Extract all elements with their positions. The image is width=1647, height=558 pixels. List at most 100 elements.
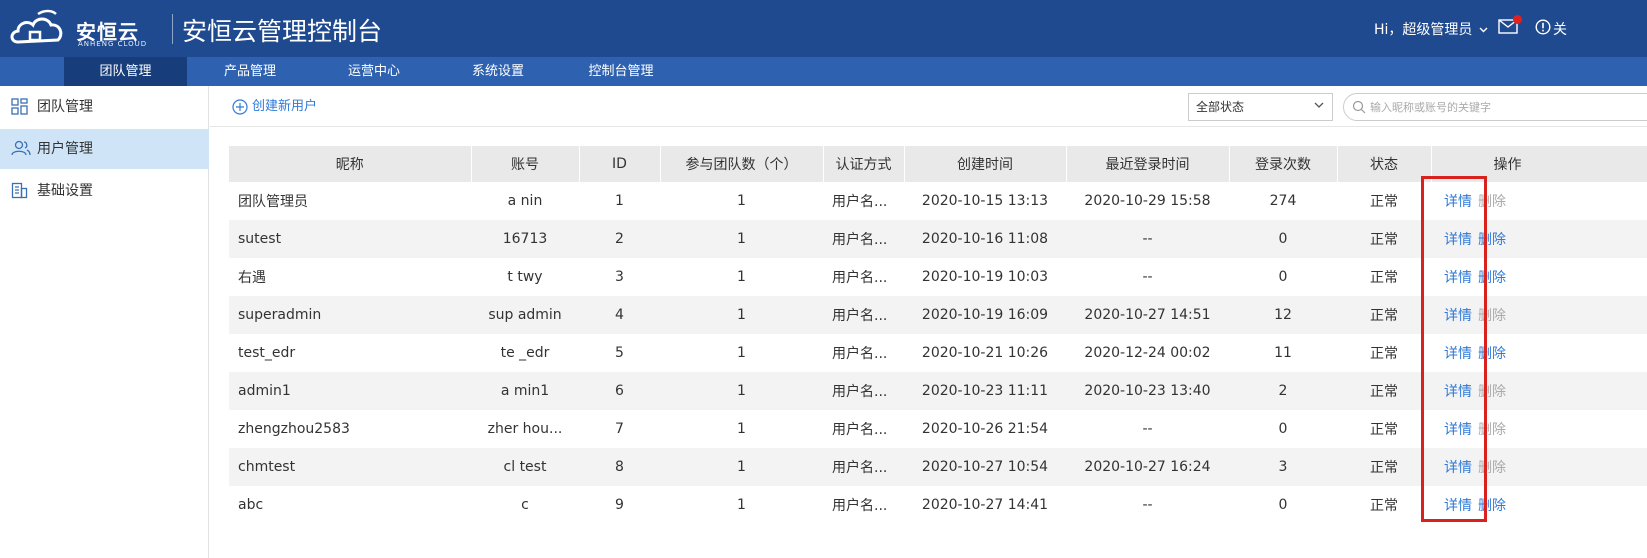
- cell-status: 正常: [1337, 410, 1431, 448]
- cell-teams: 1: [660, 448, 823, 486]
- sidebar-item-basic-settings[interactable]: 基础设置: [0, 171, 209, 211]
- search-box: [1343, 93, 1647, 121]
- cell-teams: 1: [660, 182, 823, 220]
- cell-id: 6: [579, 372, 660, 410]
- cell-last-login: --: [1066, 220, 1229, 258]
- cell-actions: 详情 删除: [1431, 372, 1647, 410]
- table-row: sutest 16713 2 1 用户名... 2020-10-16 11:08 -- 0 正常…: [229, 220, 1647, 258]
- cell-status: 正常: [1337, 372, 1431, 410]
- column-header-status: 状态: [1337, 146, 1432, 182]
- column-header-nickname: 昵称: [229, 146, 472, 182]
- tab-console-management[interactable]: 控制台管理: [570, 57, 672, 86]
- cell-auth: 用户名...: [823, 296, 904, 334]
- cell-login-count: 2: [1229, 372, 1337, 410]
- user-menu[interactable]: Hi，超级管理员: [1374, 19, 1488, 39]
- detail-link[interactable]: 详情: [1444, 194, 1472, 210]
- plus-circle-icon: [232, 99, 248, 115]
- cell-status: 正常: [1337, 334, 1431, 372]
- sidebar-item-user-management[interactable]: 用户管理: [0, 129, 209, 169]
- cell-account: a nin: [471, 182, 579, 220]
- cell-nickname: superadmin: [229, 296, 471, 334]
- sidebar-item-team-management[interactable]: 团队管理: [0, 87, 209, 127]
- cell-created: 2020-10-15 13:13: [904, 182, 1066, 220]
- column-header-id: ID: [579, 146, 661, 182]
- detail-link[interactable]: 详情: [1444, 232, 1472, 248]
- logo[interactable]: 安恒云 ANHENG CLOUD: [8, 6, 178, 52]
- column-header-actions: 操作: [1431, 146, 1647, 182]
- cell-created: 2020-10-27 14:41: [904, 486, 1066, 524]
- cell-teams: 1: [660, 220, 823, 258]
- cell-last-login: --: [1066, 486, 1229, 524]
- delete-link[interactable]: 删除: [1478, 270, 1506, 286]
- column-header-teams: 参与团队数（个）: [660, 146, 824, 182]
- cell-created: 2020-10-27 10:54: [904, 448, 1066, 486]
- cell-nickname: sutest: [229, 220, 471, 258]
- cell-status: 正常: [1337, 486, 1431, 524]
- tab-product-management[interactable]: 产品管理: [200, 57, 300, 86]
- info-icon[interactable]: [1535, 19, 1551, 35]
- cell-teams: 1: [660, 486, 823, 524]
- delete-link[interactable]: 删除: [1478, 498, 1506, 514]
- cell-auth: 用户名...: [823, 410, 904, 448]
- delete-link[interactable]: 删除: [1478, 384, 1506, 400]
- cell-nickname: admin1: [229, 372, 471, 410]
- cell-login-count: 12: [1229, 296, 1337, 334]
- cell-created: 2020-10-23 11:11: [904, 372, 1066, 410]
- tab-system-settings[interactable]: 系统设置: [448, 57, 548, 86]
- cell-status: 正常: [1337, 220, 1431, 258]
- tab-operations-center[interactable]: 运营中心: [324, 57, 424, 86]
- cell-id: 9: [579, 486, 660, 524]
- table-header-row: 昵称 账号 ID 参与团队数（个） 认证方式 创建时间 最近登录时间 登录次数 …: [229, 146, 1647, 182]
- about-label[interactable]: 关: [1553, 19, 1567, 39]
- detail-link[interactable]: 详情: [1444, 308, 1472, 324]
- status-filter-value: 全部状态: [1196, 100, 1245, 114]
- delete-link[interactable]: 删除: [1478, 232, 1506, 248]
- cell-nickname: zhengzhou2583: [229, 410, 471, 448]
- detail-link[interactable]: 详情: [1444, 422, 1472, 438]
- cell-nickname: abc: [229, 486, 471, 524]
- cell-login-count: 11: [1229, 334, 1337, 372]
- table-row: 右遇 t twy 3 1 用户名... 2020-10-19 10:03 -- 0 正常 详情 删除: [229, 258, 1647, 296]
- table-row: test_edr te _edr 5 1 用户名... 2020-10-21 10:26 2…: [229, 334, 1647, 372]
- header-divider: [172, 14, 173, 44]
- cell-id: 4: [579, 296, 660, 334]
- create-user-button[interactable]: 创建新用户: [232, 98, 317, 116]
- delete-link[interactable]: 删除: [1478, 460, 1506, 476]
- cell-actions: 详情 删除: [1431, 486, 1647, 524]
- user-table: 昵称 账号 ID 参与团队数（个） 认证方式 创建时间 最近登录时间 登录次数 …: [229, 146, 1647, 524]
- cell-account: sup admin: [471, 296, 579, 334]
- detail-link[interactable]: 详情: [1444, 460, 1472, 476]
- cell-created: 2020-10-19 16:09: [904, 296, 1066, 334]
- cell-login-count: 0: [1229, 410, 1337, 448]
- cell-nickname: 团队管理员: [229, 182, 471, 220]
- detail-link[interactable]: 详情: [1444, 498, 1472, 514]
- cell-id: 8: [579, 448, 660, 486]
- cell-status: 正常: [1337, 258, 1431, 296]
- status-filter-select[interactable]: 全部状态: [1188, 93, 1333, 121]
- delete-link[interactable]: 删除: [1478, 308, 1506, 324]
- cell-auth: 用户名...: [823, 334, 904, 372]
- toolbar: 创建新用户 全部状态: [210, 86, 1647, 127]
- cell-last-login: 2020-10-27 14:51: [1066, 296, 1229, 334]
- cell-account: te _edr: [471, 334, 579, 372]
- chevron-down-icon: [1479, 27, 1488, 33]
- delete-link[interactable]: 删除: [1478, 346, 1506, 362]
- cell-login-count: 0: [1229, 220, 1337, 258]
- detail-link[interactable]: 详情: [1444, 270, 1472, 286]
- detail-link[interactable]: 详情: [1444, 384, 1472, 400]
- column-header-login-count: 登录次数: [1229, 146, 1338, 182]
- table-row: superadmin sup admin 4 1 用户名... 2020-10-19 16…: [229, 296, 1647, 334]
- delete-link[interactable]: 删除: [1478, 422, 1506, 438]
- delete-link[interactable]: 删除: [1478, 194, 1506, 210]
- cell-id: 3: [579, 258, 660, 296]
- chevron-down-icon: [1314, 102, 1324, 108]
- cell-auth: 用户名...: [823, 220, 904, 258]
- cell-auth: 用户名...: [823, 372, 904, 410]
- table-row: admin1 a min1 6 1 用户名... 2020-10-23 11:11 2020…: [229, 372, 1647, 410]
- search-input[interactable]: [1370, 98, 1640, 116]
- detail-link[interactable]: 详情: [1444, 346, 1472, 362]
- search-icon[interactable]: [1352, 100, 1366, 114]
- tab-team-management[interactable]: 团队管理: [64, 57, 187, 86]
- building-icon: [11, 182, 28, 199]
- table-row: 团队管理员 a nin 1 1 用户名... 2020-10-15 13:13 2020-1…: [229, 182, 1647, 220]
